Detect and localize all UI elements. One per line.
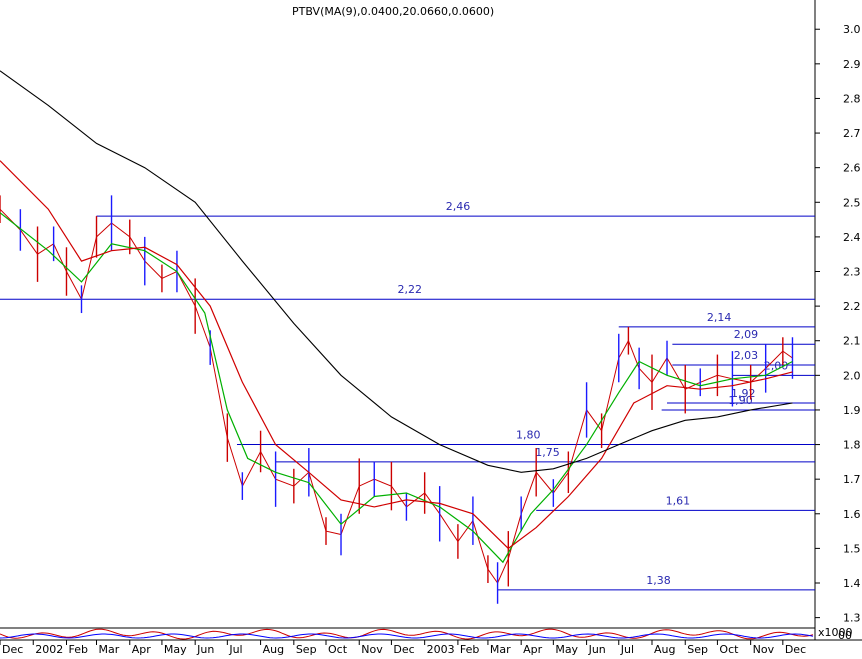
- y-tick-label: 2.2: [843, 300, 861, 313]
- level-label: 1,80: [516, 429, 541, 442]
- x-tick-label: Dec: [393, 643, 414, 655]
- x-tick-label: Dec: [785, 643, 806, 655]
- x-tick-label: Jul: [228, 643, 242, 655]
- y-tick-label: 2.1: [843, 335, 861, 348]
- indicator-axis-label: 00: [838, 629, 852, 642]
- level-label: 1,75: [535, 446, 560, 459]
- x-tick-label: Nov: [361, 643, 383, 655]
- x-tick-label: Oct: [719, 643, 739, 655]
- level-label: 2,09: [734, 328, 759, 341]
- y-tick-label: 2.6: [843, 162, 861, 175]
- x-tick-label: May: [555, 643, 578, 655]
- x-tick-label: May: [164, 643, 187, 655]
- level-label: 2,46: [446, 200, 471, 213]
- y-tick-label: 1.5: [843, 542, 861, 555]
- x-tick-label: Feb: [68, 643, 87, 655]
- x-tick-label: Oct: [328, 643, 348, 655]
- level-label: 1,38: [646, 574, 671, 587]
- x-tick-label: Aug: [654, 643, 675, 655]
- y-tick-label: 2.5: [843, 196, 861, 209]
- x-tick-label: Jun: [588, 643, 606, 655]
- x-tick-label: Aug: [263, 643, 284, 655]
- y-tick-label: 2.7: [843, 127, 861, 140]
- y-tick-label: 2.8: [843, 92, 861, 105]
- level-label: 2,03: [734, 349, 759, 362]
- x-tick-label: Feb: [460, 643, 479, 655]
- y-tick-label: 2.0: [843, 369, 861, 382]
- x-tick-label: 2002: [35, 643, 63, 655]
- y-tick-label: 1.6: [843, 508, 861, 521]
- level-label: 2,22: [398, 283, 423, 296]
- x-tick-label: Sep: [296, 643, 317, 655]
- chart-root: 1.3 1.4 1.5 1.6 1.7 1.8 1.9 2.0 2.1 2.2 2.3 2.4 2.5 2…: [0, 0, 862, 656]
- y-tick-label: 1.7: [843, 473, 861, 486]
- price-chart: 1.3 1.4 1.5 1.6 1.7 1.8 1.9 2.0 2.1 2.2 2.3 2.4 2.5 2…: [0, 0, 862, 656]
- level-label: 1,61: [666, 494, 691, 507]
- chart-title: PTBV(MA(9),0.0400,20.0660,0.0600): [292, 5, 494, 18]
- x-tick-label: Jul: [620, 643, 634, 655]
- x-tick-label: 2003: [427, 643, 455, 655]
- y-tick-label: 1.9: [843, 404, 861, 417]
- y-tick-label: 1.8: [843, 439, 861, 452]
- x-tick-label: Nov: [753, 643, 775, 655]
- y-tick-label: 1.4: [843, 577, 861, 590]
- y-tick-label: 2.9: [843, 58, 861, 71]
- level-label: 2,14: [707, 311, 732, 324]
- x-tick-label: Mar: [490, 643, 511, 655]
- x-tick-label: Mar: [99, 643, 120, 655]
- chart-background: [0, 0, 862, 655]
- y-tick-label: 1.3: [843, 612, 861, 625]
- y-tick-label: 2.3: [843, 266, 861, 279]
- x-tick-label: Sep: [687, 643, 708, 655]
- y-tick-label: 2.4: [843, 231, 861, 244]
- y-tick-label: 3.0: [843, 23, 861, 36]
- x-tick-label: Jun: [196, 643, 214, 655]
- x-tick-label: Apr: [523, 643, 543, 655]
- x-tick-label: Apr: [132, 643, 152, 655]
- x-tick-label: Dec: [2, 643, 23, 655]
